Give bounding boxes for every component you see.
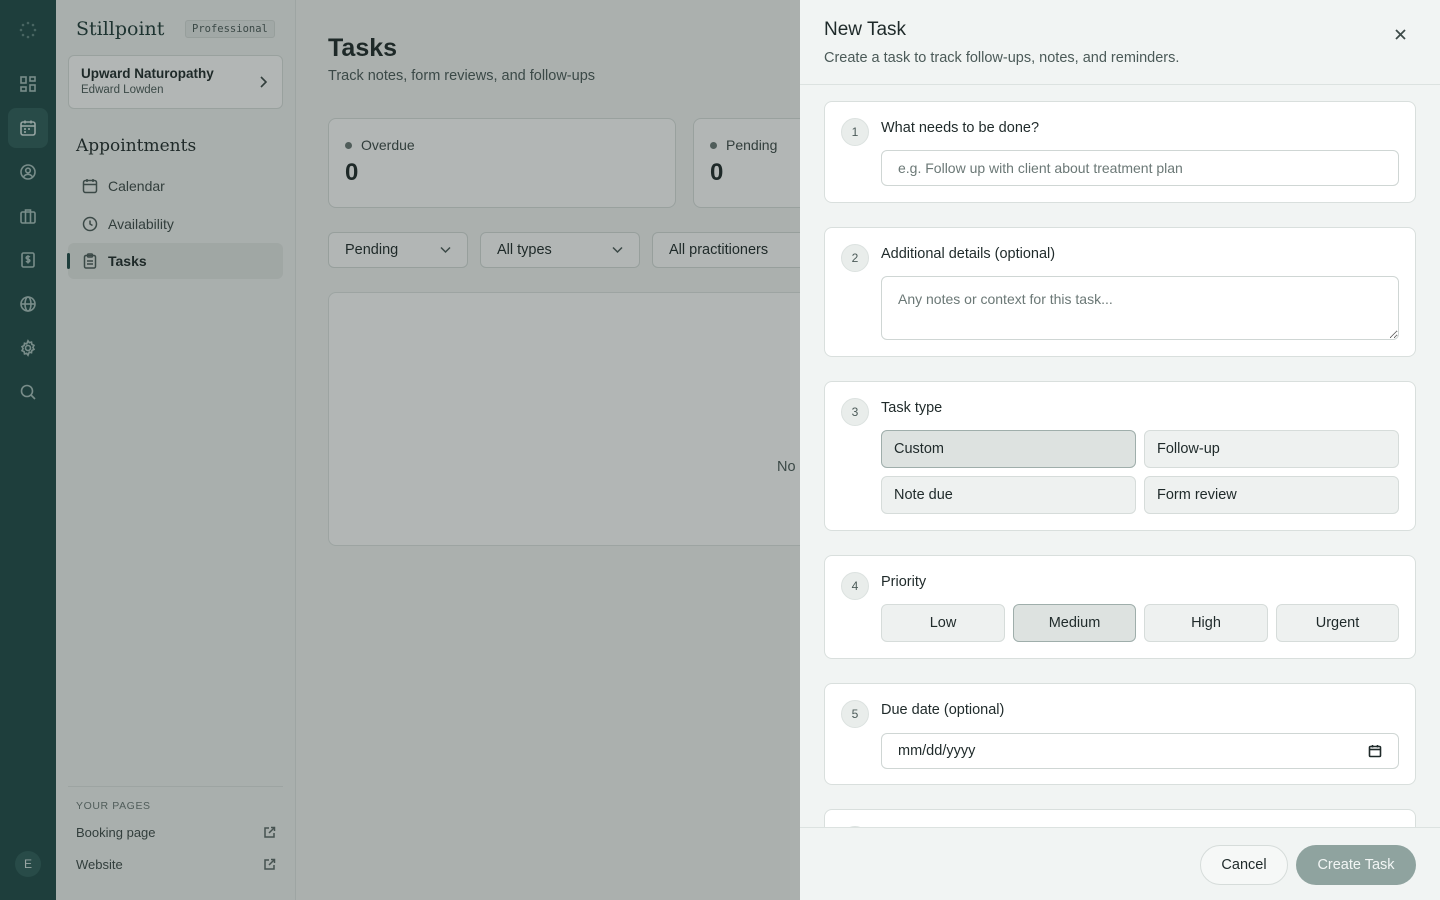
due-date-value: mm/dd/yyyy — [898, 743, 976, 759]
task-title-input[interactable] — [881, 150, 1399, 186]
priority-urgent[interactable]: Urgent — [1276, 604, 1399, 642]
priority-high[interactable]: High — [1144, 604, 1268, 642]
step-number: 3 — [841, 398, 869, 426]
task-type-note-due[interactable]: Note due — [881, 476, 1136, 514]
step-task-type: 3 Task type Custom Follow-up Note due Fo… — [824, 381, 1416, 531]
drawer-header: New Task Create a task to track follow-u… — [800, 0, 1440, 85]
step-title: Priority — [881, 574, 927, 590]
step-details: 2 Additional details (optional) — [824, 227, 1416, 357]
new-task-drawer: New Task Create a task to track follow-u… — [800, 0, 1440, 900]
priority-low[interactable]: Low — [881, 604, 1005, 642]
step-priority: 4 Priority Low Medium High Urgent — [824, 555, 1416, 659]
close-button[interactable] — [1390, 24, 1410, 44]
step-next-partial — [824, 809, 1416, 827]
drawer-body[interactable]: 1 What needs to be done? 2 Additional de… — [800, 86, 1440, 827]
create-task-button[interactable]: Create Task — [1296, 845, 1416, 885]
task-type-follow-up[interactable]: Follow-up — [1144, 430, 1399, 468]
step-number: 1 — [841, 118, 869, 146]
step-number: 4 — [841, 572, 869, 600]
calendar-icon[interactable] — [1368, 744, 1382, 758]
priority-medium[interactable]: Medium — [1013, 604, 1136, 642]
step-task-title: 1 What needs to be done? — [824, 101, 1416, 203]
step-due-date: 5 Due date (optional) mm/dd/yyyy — [824, 683, 1416, 785]
step-title: Task type — [881, 400, 943, 416]
close-icon — [1394, 28, 1406, 40]
drawer-title: New Task — [824, 19, 907, 40]
cancel-button[interactable]: Cancel — [1200, 845, 1288, 885]
details-textarea[interactable] — [881, 276, 1399, 340]
step-number: 5 — [841, 700, 869, 728]
task-type-custom[interactable]: Custom — [881, 430, 1136, 468]
modal-backdrop[interactable] — [0, 0, 800, 900]
drawer-subtitle: Create a task to track follow-ups, notes… — [824, 50, 1180, 66]
step-number: 2 — [841, 244, 869, 272]
drawer-footer: Cancel Create Task — [800, 827, 1440, 900]
step-title: What needs to be done? — [881, 120, 1040, 136]
task-type-form-review[interactable]: Form review — [1144, 476, 1399, 514]
step-title: Additional details (optional) — [881, 246, 1056, 262]
step-title: Due date (optional) — [881, 702, 1005, 718]
due-date-input[interactable]: mm/dd/yyyy — [881, 733, 1399, 769]
